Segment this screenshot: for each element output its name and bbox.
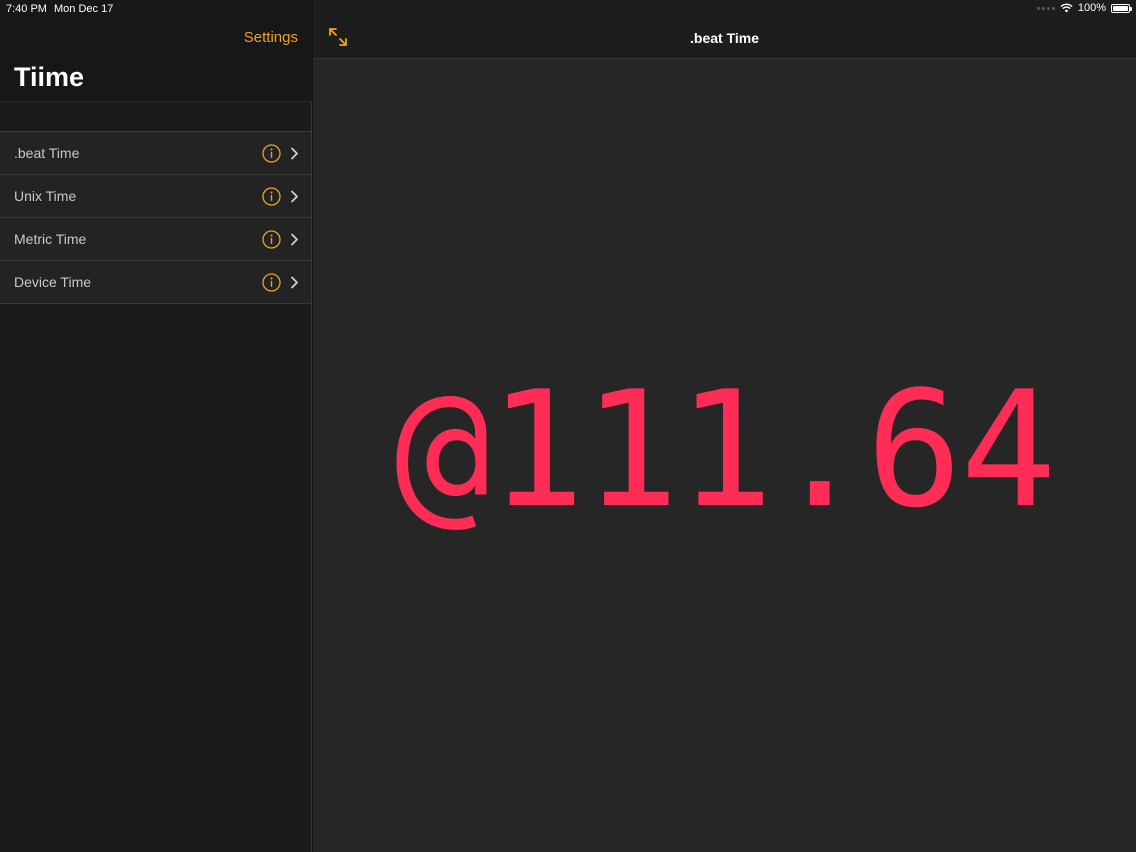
- info-icon[interactable]: [262, 144, 281, 163]
- detail-title: .beat Time: [690, 30, 759, 46]
- sidebar: Settings Tiime .beat Time Unix Time Metr…: [0, 0, 312, 852]
- sidebar-item-label: Unix Time: [14, 188, 77, 204]
- status-bar: 7:40 PM Mon Dec 17 100%: [0, 0, 1136, 18]
- chevron-right-icon: [291, 190, 298, 203]
- wifi-icon: [1060, 3, 1073, 13]
- sidebar-item-label: Metric Time: [14, 231, 87, 247]
- app-window: 7:40 PM Mon Dec 17 100% Settings Tiime .…: [0, 0, 1136, 852]
- battery-icon: [1111, 3, 1132, 13]
- chevron-right-icon: [291, 147, 298, 160]
- sidebar-list: .beat Time Unix Time Metric Time Device …: [0, 131, 311, 304]
- info-icon[interactable]: [262, 230, 281, 249]
- info-icon[interactable]: [262, 273, 281, 292]
- sidebar-item-metric-time[interactable]: Metric Time: [0, 218, 311, 261]
- sidebar-item-device-time[interactable]: Device Time: [0, 261, 311, 304]
- status-right: 100%: [1036, 2, 1132, 14]
- battery-percent: 100%: [1077, 2, 1106, 14]
- time-display: @111.64: [394, 356, 1056, 543]
- info-icon[interactable]: [262, 187, 281, 206]
- sidebar-item-label: .beat Time: [14, 145, 80, 161]
- signal-icon: [1036, 6, 1055, 10]
- settings-button[interactable]: Settings: [244, 29, 298, 46]
- chevron-right-icon: [291, 276, 298, 289]
- status-time: 7:40 PM: [6, 3, 47, 15]
- status-date: Mon Dec 17: [54, 3, 114, 15]
- sidebar-item-unix-time[interactable]: Unix Time: [0, 175, 311, 218]
- sidebar-title: Tiime: [14, 62, 85, 92]
- chevron-right-icon: [291, 233, 298, 246]
- detail-pane: .beat Time @111.64: [313, 0, 1136, 852]
- sidebar-item-label: Device Time: [14, 274, 92, 290]
- sidebar-item-beat-time[interactable]: .beat Time: [0, 132, 311, 175]
